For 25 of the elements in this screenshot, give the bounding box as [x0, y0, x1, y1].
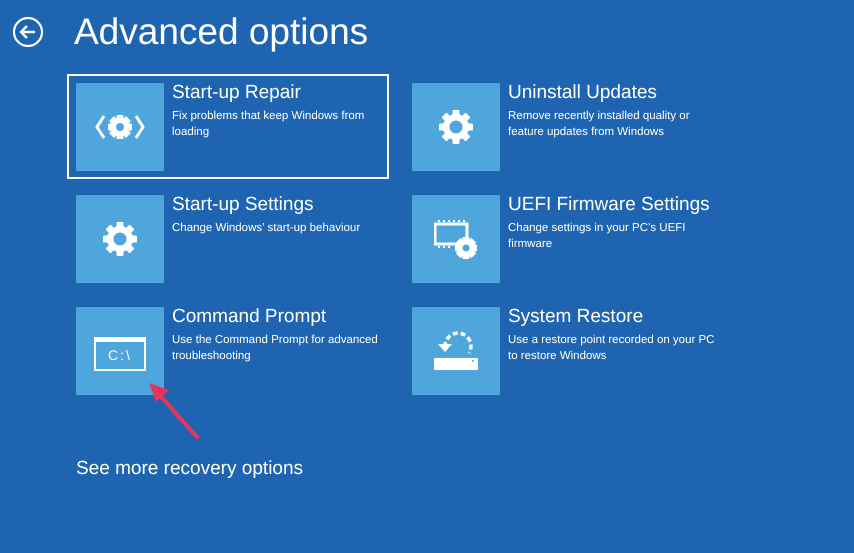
- option-description: Change settings in your PC’s UEFI firmware: [508, 221, 686, 252]
- option-title: Start-up Repair: [172, 82, 302, 106]
- option-description: Use the Command Prompt for advanced troubleshooting: [172, 333, 379, 364]
- option-description: Remove recently installed quality or feature updates from Windows: [508, 109, 691, 140]
- option-description: Use a restore point recorded on your PC to restore Windows: [508, 333, 716, 364]
- option-title: Start-up Settings: [172, 194, 315, 218]
- option-tile[interactable]: Uninstall Updates Remove recently installed quality or feature updates from Windows: [403, 74, 725, 180]
- option-tile[interactable]: Start-up Settings Change Windows’ start-up behaviour: [67, 186, 389, 292]
- option-title: Command Prompt: [172, 306, 328, 330]
- option-title: UEFI Firmware Settings: [508, 194, 711, 218]
- option-tile[interactable]: Start-up Repair Fix problems that keep Windows from loading: [67, 74, 389, 180]
- option-title: System Restore: [508, 306, 644, 330]
- restore-icon: [433, 331, 479, 372]
- back-button[interactable]: [12, 16, 44, 48]
- option-description: Change Windows’ start-up behaviour: [172, 221, 360, 236]
- more-options-link[interactable]: See more recovery options: [76, 455, 304, 484]
- back-icon: [12, 16, 44, 48]
- option-tile[interactable]: UEFI Firmware Settings Change settings in your PC’s UEFI firmware: [403, 186, 725, 292]
- terminal-icon: C:\: [94, 337, 146, 372]
- page-title: Advanced options: [74, 10, 368, 54]
- option-tile[interactable]: System Restore Use a restore point recorded on your PC to restore Windows: [403, 298, 725, 404]
- option-title: Uninstall Updates: [508, 82, 658, 106]
- chip-gear-icon: [434, 219, 478, 260]
- option-tile[interactable]: C:\ Command Prompt Use the Command Prompt for advanced troubleshooting: [67, 298, 389, 404]
- option-description: Fix problems that keep Windows from loading: [172, 109, 366, 140]
